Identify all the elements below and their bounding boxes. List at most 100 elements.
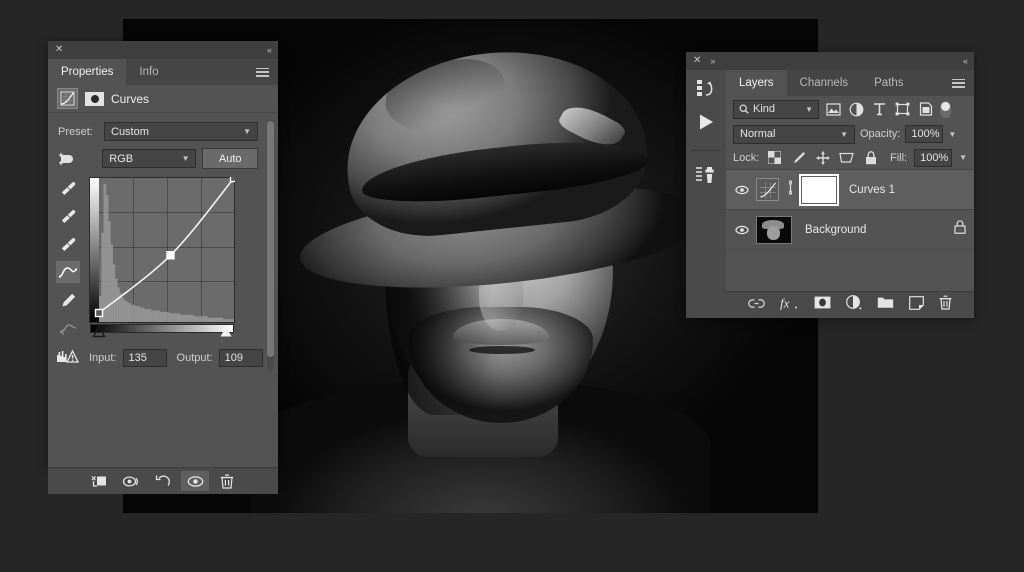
layers-dock: ✕ » « (686, 52, 974, 318)
preset-select[interactable]: Custom ▼ (104, 122, 258, 141)
histogram-warning-icon[interactable] (56, 345, 80, 367)
fill-stepper-icon[interactable]: ▼ (959, 153, 967, 162)
collapse-icon[interactable]: « (267, 45, 271, 55)
tab-paths[interactable]: Paths (861, 70, 916, 96)
layer-mask-link-icon[interactable] (786, 180, 795, 200)
white-point-eyedropper-icon[interactable] (56, 233, 80, 255)
link-layers-button[interactable] (748, 296, 765, 314)
channel-select[interactable]: RGB ▼ (102, 149, 196, 168)
gray-point-eyedropper-icon[interactable] (56, 205, 80, 227)
chevron-down-icon: ▼ (840, 130, 848, 139)
history-panel-icon[interactable] (695, 78, 717, 103)
blend-mode-select[interactable]: Normal ▼ (733, 125, 855, 144)
lock-transparent-pixels-icon[interactable] (766, 149, 783, 166)
filter-enable-toggle[interactable] (940, 101, 951, 118)
properties-titlebar[interactable]: ✕ « (48, 41, 278, 59)
black-point-eyedropper-icon[interactable] (56, 177, 80, 199)
tab-properties-label: Properties (61, 66, 113, 78)
auto-button[interactable]: Auto (202, 148, 258, 169)
lock-image-pixels-icon[interactable] (790, 149, 807, 166)
layer-name: Curves 1 (849, 184, 895, 196)
new-layer-button[interactable] (909, 296, 924, 315)
tab-layers[interactable]: Layers (726, 70, 787, 96)
clone-source-icon[interactable] (695, 165, 717, 190)
curves-graph[interactable] (89, 177, 235, 323)
layer-locked-icon[interactable] (954, 220, 966, 239)
layer-mask-icon[interactable] (85, 92, 104, 106)
curves-layer-thumbnail[interactable] (756, 178, 779, 201)
chevron-down-icon: ▼ (182, 154, 190, 163)
tab-properties[interactable]: Properties (48, 59, 126, 85)
search-icon (739, 104, 749, 114)
properties-panel: ✕ « Properties Info (48, 41, 278, 467)
new-group-button[interactable] (877, 296, 894, 314)
tab-channels-label: Channels (800, 77, 849, 89)
layer-filter-row: Kind ▼ (726, 96, 974, 122)
lock-position-icon[interactable] (814, 149, 831, 166)
table-row[interactable]: Background (726, 210, 974, 250)
tab-channels[interactable]: Channels (787, 70, 862, 96)
reset-adjustment-button[interactable] (149, 471, 177, 491)
expand-icon[interactable]: » (710, 56, 714, 66)
properties-tabbar: Properties Info (48, 59, 278, 85)
tab-info-label: Info (139, 66, 158, 78)
tab-layers-label: Layers (739, 77, 774, 89)
properties-menu-button[interactable] (247, 59, 278, 85)
layer-visibility-toggle[interactable] (734, 185, 749, 195)
curve-point-tool-icon[interactable] (56, 261, 80, 283)
layer-mask-thumbnail[interactable] (802, 177, 836, 203)
lock-all-icon[interactable] (862, 149, 879, 166)
thumbnail-face (767, 226, 780, 240)
delete-adjustment-layer-button[interactable] (213, 471, 241, 491)
output-field[interactable]: 109 (219, 349, 263, 367)
properties-body: Preset: Custom ▼ RGB ▼ (48, 113, 278, 467)
close-icon[interactable]: ✕ (693, 56, 701, 66)
filter-kind-select[interactable]: Kind ▼ (733, 100, 819, 119)
actions-play-icon[interactable] (697, 113, 715, 136)
black-point-slider[interactable] (92, 325, 106, 343)
filter-type-layers-icon[interactable] (871, 101, 888, 118)
adjustment-header: Curves (48, 85, 278, 113)
lock-artboard-nesting-icon[interactable] (838, 149, 855, 166)
filter-shape-layers-icon[interactable] (894, 101, 911, 118)
background-layer-thumbnail[interactable] (756, 216, 792, 244)
opacity-stepper-icon[interactable]: ▼ (948, 130, 956, 139)
channel-row: RGB ▼ Auto (48, 141, 278, 169)
dock-titlebar[interactable]: ✕ » « (686, 52, 974, 70)
filter-smart-object-icon[interactable] (917, 101, 934, 118)
delete-layer-button[interactable] (939, 295, 952, 315)
fill-field[interactable]: 100% (914, 149, 952, 167)
lock-label: Lock: (733, 152, 759, 164)
tab-info[interactable]: Info (126, 59, 171, 85)
layers-menu-button[interactable] (943, 70, 974, 96)
lock-row: Lock: (726, 146, 974, 170)
preset-value: Custom (111, 126, 149, 138)
on-image-adjust-icon[interactable] (58, 151, 96, 167)
collapse-icon[interactable]: « (963, 56, 967, 66)
blend-mode-value: Normal (740, 128, 775, 140)
close-icon[interactable]: ✕ (55, 45, 63, 55)
rail-divider (691, 150, 721, 151)
tab-paths-label: Paths (874, 77, 903, 89)
new-adjustment-layer-button[interactable] (846, 295, 862, 315)
add-layer-mask-button[interactable] (814, 296, 831, 314)
adjustment-title: Curves (111, 92, 149, 106)
layer-visibility-toggle[interactable] (734, 225, 749, 235)
properties-scrollbar[interactable] (267, 119, 274, 371)
photoshop-workspace: ✕ « Properties Info (0, 0, 1024, 572)
opacity-field[interactable]: 100% (905, 125, 943, 143)
table-row[interactable]: Curves 1 (726, 170, 974, 210)
smooth-curve-icon[interactable] (56, 317, 80, 339)
pencil-draw-curve-icon[interactable] (56, 289, 80, 311)
tone-curve[interactable] (89, 177, 235, 323)
curves-adjustment-icon[interactable] (57, 88, 78, 109)
clip-to-layer-button[interactable] (85, 471, 113, 491)
white-point-slider[interactable] (219, 325, 233, 343)
curves-tool-column (53, 177, 83, 367)
filter-adjustment-layers-icon[interactable] (848, 101, 865, 118)
view-previous-state-button[interactable] (117, 471, 145, 491)
input-field[interactable]: 135 (123, 349, 167, 367)
toggle-layer-visibility-button[interactable] (181, 471, 209, 491)
layer-style-button[interactable]: fx (780, 296, 799, 315)
filter-pixel-layers-icon[interactable] (825, 101, 842, 118)
